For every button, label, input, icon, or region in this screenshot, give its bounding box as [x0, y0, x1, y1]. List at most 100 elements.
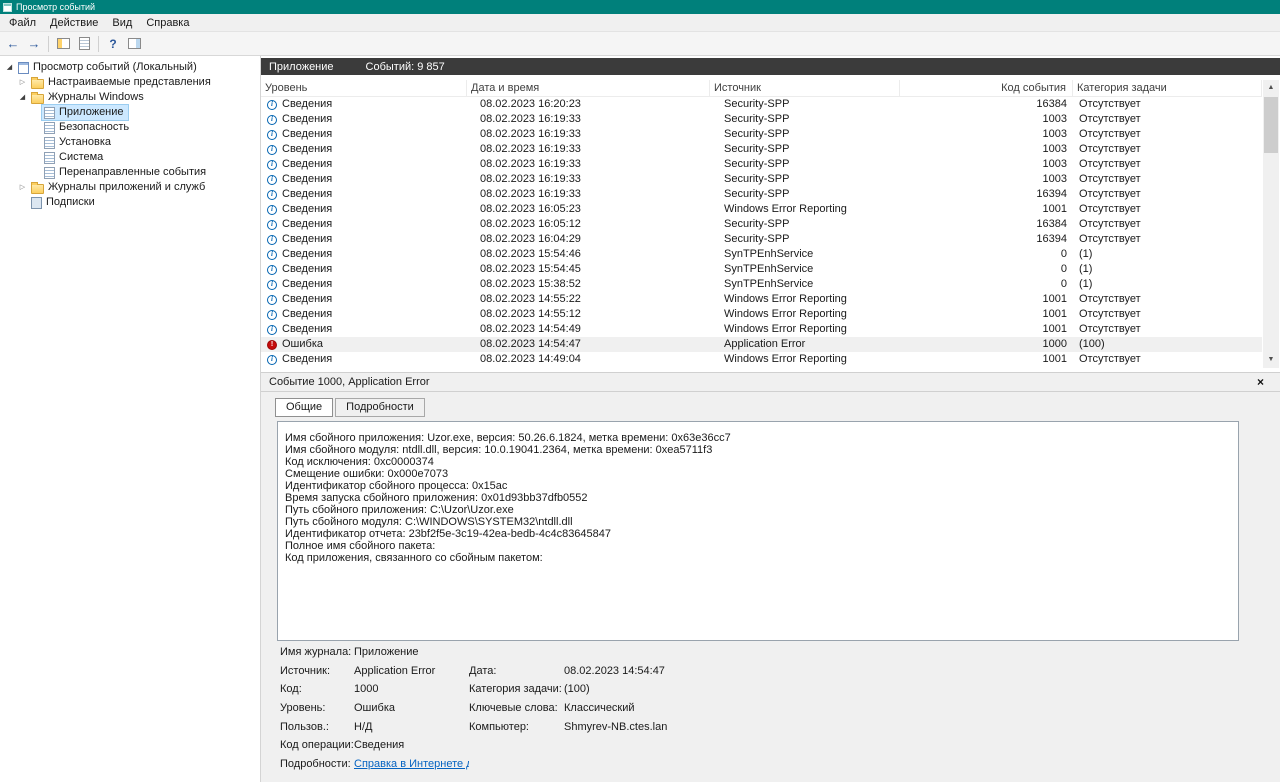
category-cell: Отсутствует — [1079, 293, 1141, 305]
field-value: 08.02.2023 14:54:47 — [564, 664, 665, 677]
event-id-cell: 1001 — [1042, 323, 1067, 335]
event-id-cell: 1001 — [1042, 353, 1067, 365]
source-cell: Windows Error Reporting — [724, 353, 847, 365]
tree-item-label: Просмотр событий (Локальный) — [33, 61, 197, 73]
scroll-down-icon[interactable]: ▼ — [1263, 352, 1279, 368]
tab-general[interactable]: Общие — [275, 398, 334, 417]
category-cell: Отсутствует — [1079, 233, 1141, 245]
level-cell: i Сведения — [261, 217, 467, 232]
source-cell: Security-SPP — [724, 128, 790, 140]
tree-item-custom-views[interactable]: ▷ Настраиваемые представления — [0, 75, 260, 90]
show-console-tree-button[interactable] — [53, 34, 73, 54]
menu-item-file[interactable]: Файл — [2, 15, 43, 31]
forward-button[interactable]: → — [24, 34, 44, 54]
level-cell: i Сведения — [261, 277, 467, 292]
event-row[interactable]: i Сведения 08.02.2023 16:19:33 Security-SPP… — [261, 157, 1262, 172]
error-icon: ! — [267, 339, 277, 350]
collapse-icon[interactable]: ◢ — [16, 90, 29, 105]
description-line: Идентификатор сбойного процесса: 0x15ac — [285, 480, 508, 492]
column-header-eventid[interactable]: Код события — [900, 80, 1073, 96]
tree-item-subscriptions[interactable]: Подписки — [0, 195, 260, 210]
event-id-cell: 1003 — [1042, 158, 1067, 170]
datetime-cell: 08.02.2023 16:19:33 — [480, 173, 581, 185]
field-row: Уровень: Ошибка Ключевые слова: Классически… — [280, 702, 1000, 721]
event-row[interactable]: i Сведения 08.02.2023 16:19:33 Security-SPP… — [261, 112, 1262, 127]
column-header-level[interactable]: Уровень — [261, 80, 467, 96]
event-row[interactable]: i Сведения 08.02.2023 16:19:33 Security-SPP… — [261, 172, 1262, 187]
info-icon: i — [267, 129, 277, 140]
tree-item-root[interactable]: ◢ Просмотр событий (Локальный) — [0, 60, 260, 75]
action-pane-button[interactable] — [124, 34, 144, 54]
field-label: Код операции: — [280, 739, 354, 752]
log-title: Приложение — [269, 60, 334, 73]
tree-item-forwarded-events[interactable]: Перенаправленные события — [0, 165, 260, 180]
expand-icon[interactable]: ▷ — [16, 75, 29, 90]
event-row[interactable]: i Сведения 08.02.2023 16:05:23 Windows Erro… — [261, 202, 1262, 217]
event-row[interactable]: i Сведения 08.02.2023 14:55:12 Windows Erro… — [261, 307, 1262, 322]
event-row[interactable]: i Сведения 08.02.2023 14:54:49 Windows Erro… — [261, 322, 1262, 337]
table-header: Уровень Дата и время Источник Код события Ка… — [261, 80, 1262, 97]
tree-item-setup[interactable]: Установка — [0, 135, 260, 150]
category-cell: Отсутствует — [1079, 173, 1141, 185]
event-row[interactable]: i Сведения 08.02.2023 16:19:33 Security-SPP… — [261, 127, 1262, 142]
description-line: Код исключения: 0xc0000374 — [285, 456, 434, 468]
close-icon[interactable]: × — [1257, 375, 1264, 389]
tree-item-security[interactable]: Безопасность — [0, 120, 260, 135]
event-row[interactable]: i Сведения 08.02.2023 16:19:33 Security-SPP… — [261, 142, 1262, 157]
description-line: Путь сбойного модуля: C:\WINDOWS\SYSTEM3… — [285, 516, 573, 528]
collapse-icon[interactable]: ◢ — [3, 60, 16, 75]
column-header-source[interactable]: Источник — [710, 80, 900, 96]
level-label: Сведения — [282, 293, 333, 305]
datetime-cell: 08.02.2023 14:54:47 — [480, 338, 581, 350]
tab-details[interactable]: Подробности — [335, 398, 425, 417]
menu-item-action[interactable]: Действие — [43, 15, 105, 31]
event-row[interactable]: i Сведения 08.02.2023 16:04:29 Security-SPP… — [261, 232, 1262, 247]
level-label: Сведения — [282, 278, 333, 290]
scroll-thumb[interactable] — [1264, 97, 1278, 153]
tree-item-application[interactable]: Приложение — [0, 104, 260, 121]
properties-button[interactable] — [74, 34, 94, 54]
event-row[interactable]: i Сведения 08.02.2023 16:20:23 Security-SPP… — [261, 97, 1262, 112]
event-id-cell: 0 — [1060, 248, 1067, 260]
toolbar-separator — [98, 35, 99, 52]
level-cell: i Сведения — [261, 97, 467, 112]
level-cell: i Сведения — [261, 172, 467, 187]
event-row[interactable]: i Сведения 08.02.2023 15:54:45 SynTPEnhServ… — [261, 262, 1262, 277]
event-row[interactable]: i Сведения 08.02.2023 16:05:12 Security-SPP… — [261, 217, 1262, 232]
content-area: ◢ Просмотр событий (Локальный) ▷ Настраивае… — [0, 56, 1280, 782]
event-id-cell: 1003 — [1042, 143, 1067, 155]
category-cell: (1) — [1079, 263, 1093, 275]
event-detail-pane: Событие 1000, Application Error × Общие П… — [261, 372, 1280, 782]
title-bar[interactable]: Просмотр событий — [0, 0, 1280, 14]
back-button[interactable]: ← — [3, 34, 23, 54]
event-row[interactable]: i Сведения 08.02.2023 16:19:33 Security-SPP… — [261, 187, 1262, 202]
column-header-datetime[interactable]: Дата и время — [467, 80, 710, 96]
event-row[interactable]: i Сведения 08.02.2023 14:49:04 Windows Erro… — [261, 352, 1262, 367]
level-label: Сведения — [282, 173, 333, 185]
description-line: Идентификатор отчета: 23bf2f5e-3c19-42ea… — [285, 528, 612, 540]
event-description[interactable]: Имя сбойного приложения: Uzor.exe, верси… — [277, 421, 1239, 641]
scroll-up-icon[interactable]: ▲ — [1263, 80, 1279, 96]
table-scrollbar[interactable]: ▲ ▼ — [1263, 80, 1279, 368]
info-icon: i — [267, 174, 277, 185]
expand-icon[interactable]: ▷ — [16, 180, 29, 195]
tree-entry: Установка — [42, 135, 115, 150]
level-label: Ошибка — [282, 338, 323, 350]
tree-item-system[interactable]: Система — [0, 150, 260, 165]
event-row[interactable]: ! Ошибка 08.02.2023 14:54:47 Application Er… — [261, 337, 1262, 352]
log-icon — [44, 121, 55, 134]
event-row[interactable]: i Сведения 08.02.2023 15:54:46 SynTPEnhServ… — [261, 247, 1262, 262]
datetime-cell: 08.02.2023 15:54:46 — [480, 248, 581, 260]
menu-item-view[interactable]: Вид — [105, 15, 139, 31]
tree-item-label: Безопасность — [59, 121, 130, 133]
column-header-category[interactable]: Категория задачи — [1073, 80, 1262, 96]
event-row[interactable]: i Сведения 08.02.2023 14:55:22 Windows Erro… — [261, 292, 1262, 307]
source-cell: Application Error — [724, 338, 806, 350]
event-row[interactable]: i Сведения 08.02.2023 15:38:52 SynTPEnhServ… — [261, 277, 1262, 292]
help-button[interactable]: ? — [103, 34, 123, 54]
field-value: (100) — [564, 683, 590, 696]
menu-item-help[interactable]: Справка — [139, 15, 196, 31]
tree-item-windows-logs[interactable]: ◢ Журналы Windows — [0, 90, 260, 105]
tree-item-apps-services-logs[interactable]: ▷ Журналы приложений и служб — [0, 180, 260, 195]
online-help-link[interactable]: Справка в Интернете для — [354, 758, 469, 770]
